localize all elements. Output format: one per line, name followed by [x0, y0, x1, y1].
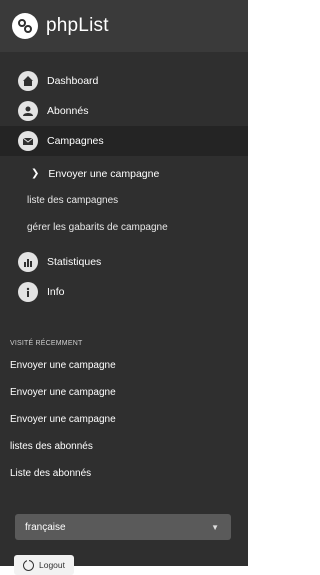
- brand-name[interactable]: phpList: [46, 15, 109, 37]
- logout-button[interactable]: Logout: [14, 555, 74, 575]
- menu-label: Campagnes: [47, 135, 104, 147]
- sidebar: phpList Dashboard Abonnés Campagnes ❯ En…: [0, 0, 248, 575]
- recent-item[interactable]: Envoyer une campagne: [0, 406, 248, 433]
- power-icon: [23, 557, 34, 571]
- submenu-campaign-list[interactable]: liste des campagnes: [0, 187, 248, 214]
- language-value: française: [25, 521, 66, 533]
- caret-down-icon: ▼: [211, 522, 219, 532]
- menu-item-subscribers[interactable]: Abonnés: [0, 96, 248, 126]
- menu-item-info[interactable]: Info: [0, 277, 248, 307]
- menu-item-dashboard[interactable]: Dashboard: [0, 66, 248, 96]
- brand-header: phpList: [0, 0, 248, 52]
- recent-item[interactable]: Envoyer une campagne: [0, 379, 248, 406]
- recently-visited: VISITÉ RÉCEMMENT Envoyer une campagne En…: [0, 334, 248, 487]
- logout-label: Logout: [39, 560, 65, 570]
- menu-item-campaigns[interactable]: Campagnes: [0, 126, 248, 156]
- recent-item[interactable]: Envoyer une campagne: [0, 352, 248, 379]
- language-select[interactable]: française ▼: [15, 514, 231, 540]
- envelope-icon: [18, 131, 38, 151]
- main-menu: Dashboard Abonnés Campagnes ❯ Envoyer un…: [0, 66, 248, 307]
- menu-item-statistics[interactable]: Statistiques: [0, 247, 248, 277]
- menu-label: Dashboard: [47, 75, 99, 87]
- campaigns-submenu: ❯ Envoyer une campagne liste des campagn…: [0, 156, 248, 247]
- submenu-label: Envoyer une campagne: [48, 167, 160, 180]
- chevron-right-icon: ❯: [31, 168, 40, 179]
- chart-icon: [18, 252, 38, 272]
- recent-item[interactable]: listes des abonnés: [0, 433, 248, 460]
- info-icon: [18, 282, 38, 302]
- home-icon: [18, 71, 38, 91]
- recent-item[interactable]: Liste des abonnés: [0, 460, 248, 487]
- user-icon: [18, 101, 38, 121]
- recently-visited-heading: VISITÉ RÉCEMMENT: [10, 339, 83, 347]
- phplist-logo-icon[interactable]: [12, 13, 38, 39]
- submenu-campaign-templates[interactable]: gérer les gabarits de campagne: [0, 214, 248, 241]
- submenu-send-campaign[interactable]: ❯ Envoyer une campagne: [0, 160, 248, 187]
- menu-label: Statistiques: [47, 256, 102, 268]
- menu-label: Info: [47, 286, 65, 298]
- menu-label: Abonnés: [47, 105, 89, 117]
